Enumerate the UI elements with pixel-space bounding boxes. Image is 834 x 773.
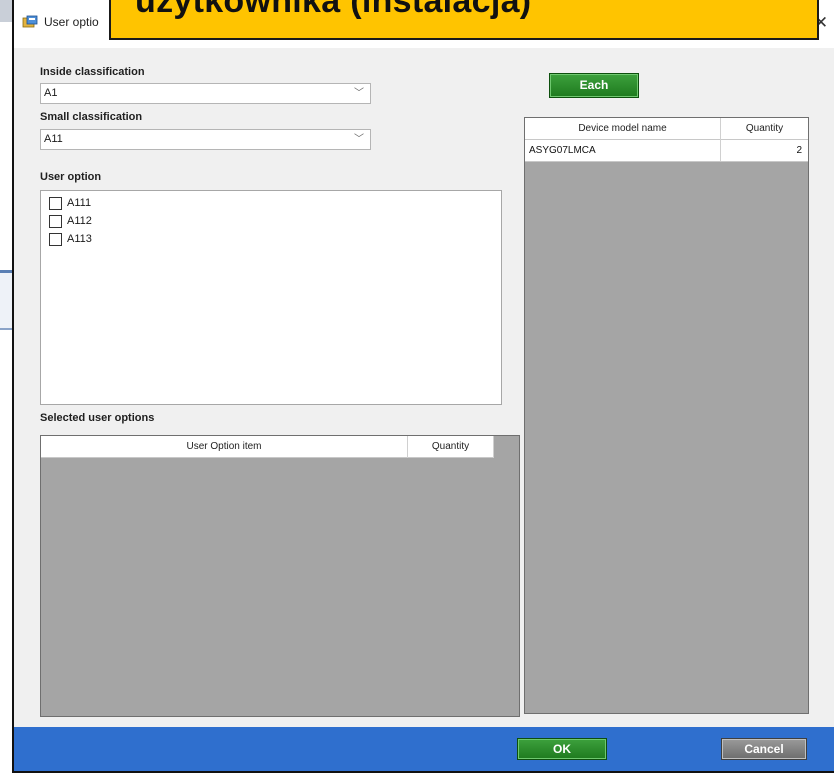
device-model-grid[interactable]: Device model name Quantity ASYG07LMCA 2 [524, 117, 809, 714]
checkbox-icon[interactable] [49, 232, 62, 246]
column-header-device-model-name[interactable]: Device model name [525, 118, 721, 140]
ok-button[interactable]: OK [517, 738, 607, 760]
window-title: User optio [44, 15, 99, 29]
inside-classification-label: Inside classification [40, 66, 145, 78]
grid-header: User Option item Quantity [41, 436, 494, 458]
quantity-cell: 2 [796, 145, 802, 156]
small-classification-value: A11 [44, 133, 63, 145]
user-option-item[interactable]: A113 [49, 231, 92, 247]
user-options-dialog: User optio ✕ użytkownika (instalacja) In… [12, 0, 834, 773]
user-option-list: A111 A112 A113 [40, 190, 502, 405]
checkbox-icon[interactable] [49, 196, 62, 210]
dialog-footer: OK Cancel [14, 727, 834, 771]
user-option-item[interactable]: A111 [49, 195, 91, 211]
chevron-down-icon: ﹀ [354, 134, 364, 145]
selected-user-options-label: Selected user options [40, 412, 155, 424]
app-window-icon [22, 15, 38, 28]
background-fragment [0, 0, 12, 22]
user-option-label: User option [40, 171, 102, 183]
inside-classification-value: A1 [44, 87, 58, 99]
user-option-item[interactable]: A112 [49, 213, 92, 229]
column-header-user-option-item[interactable]: User Option item [41, 436, 408, 458]
column-header-quantity[interactable]: Quantity [408, 436, 494, 458]
inside-classification-select[interactable]: A1 ﹀ [40, 83, 371, 104]
background-slide [0, 0, 12, 773]
checkbox-icon[interactable] [49, 214, 62, 228]
table-row[interactable]: ASYG07LMCA 2 [525, 140, 808, 162]
small-classification-select[interactable]: A11 ﹀ [40, 129, 371, 150]
chevron-down-icon: ﹀ [354, 88, 364, 99]
grid-header: Device model name Quantity [525, 118, 808, 140]
user-option-item-label: A112 [67, 215, 92, 227]
user-option-item-label: A113 [67, 233, 92, 245]
selected-user-options-grid[interactable]: User Option item Quantity [40, 435, 520, 717]
banner-text: użytkownika (instalacja) [135, 0, 532, 20]
small-classification-label: Small classification [40, 111, 143, 123]
user-option-item-label: A111 [67, 197, 92, 209]
overlay-banner: użytkownika (instalacja) [109, 0, 819, 40]
column-header-quantity[interactable]: Quantity [721, 118, 808, 140]
each-button[interactable]: Each [549, 73, 639, 98]
device-model-cell: ASYG07LMCA [529, 140, 721, 161]
cancel-button[interactable]: Cancel [721, 738, 807, 760]
